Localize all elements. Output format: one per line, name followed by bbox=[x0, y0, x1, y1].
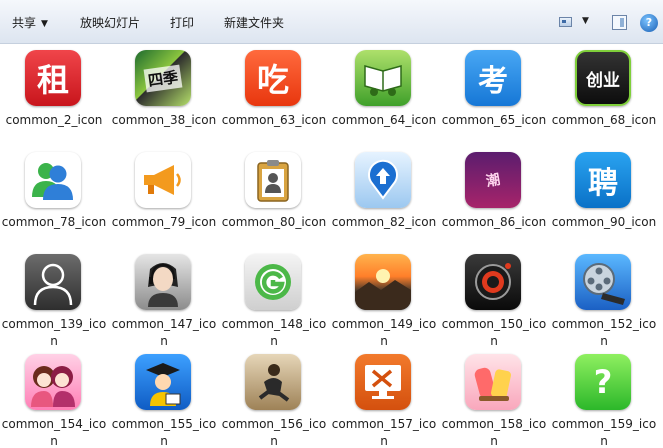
users-graphic bbox=[32, 163, 73, 200]
hire-icon: 聘 bbox=[575, 152, 631, 208]
file-name: common_159_icon bbox=[551, 417, 657, 448]
slideshow-button[interactable]: 放映幻灯片 bbox=[80, 14, 140, 32]
upload-location-icon bbox=[355, 152, 411, 208]
share-label: 共享 bbox=[12, 16, 37, 30]
file-name: common_63_icon bbox=[221, 113, 327, 127]
file-name: common_150_icon bbox=[441, 317, 547, 348]
file-name: common_38_icon bbox=[111, 113, 217, 127]
share-button[interactable]: 共享 ▼ bbox=[12, 14, 48, 32]
chevron-down-icon: ▼ bbox=[41, 19, 48, 29]
command-bar: 共享 ▼ 放映幻灯片 打印 新建文件夹 ▼ ? bbox=[0, 0, 663, 44]
clipboard-user-graphic bbox=[257, 160, 289, 202]
sitting-person-icon bbox=[245, 354, 301, 410]
food-icon bbox=[465, 354, 521, 410]
graduate-graphic bbox=[146, 363, 181, 406]
file-name: common_2_icon bbox=[5, 113, 103, 127]
repair-tools-graphic bbox=[365, 365, 401, 399]
film-reel-icon bbox=[575, 254, 631, 310]
sunset-landscape-graphic bbox=[355, 269, 411, 310]
eat-icon: 吃 bbox=[245, 50, 301, 106]
file-name: common_147_icon bbox=[111, 317, 217, 348]
g-logo-icon bbox=[245, 254, 301, 310]
file-name: common_155_icon bbox=[111, 417, 217, 448]
rent-icon: 租 bbox=[25, 50, 81, 106]
users-icon bbox=[25, 152, 81, 208]
fashion-icon: 潮 bbox=[465, 152, 521, 208]
file-name: common_149_icon bbox=[331, 317, 437, 348]
file-name: common_157_icon bbox=[331, 417, 437, 448]
sunset-landscape-icon bbox=[355, 254, 411, 310]
preview-pane-icon[interactable] bbox=[612, 15, 627, 30]
file-name: common_79_icon bbox=[111, 215, 217, 229]
megaphone-icon bbox=[135, 152, 191, 208]
book-car-icon bbox=[355, 50, 411, 106]
camera-lens-icon bbox=[465, 254, 521, 310]
film-reel-graphic bbox=[583, 263, 625, 305]
headset-operator-icon bbox=[135, 254, 191, 310]
sitting-person-graphic bbox=[258, 364, 290, 402]
book-car-graphic bbox=[364, 65, 402, 96]
seasons-icon: 四季 bbox=[135, 50, 191, 106]
icon-glyph: 潮 bbox=[484, 171, 502, 191]
upload-location-graphic bbox=[368, 159, 398, 200]
file-name: common_156_icon bbox=[221, 417, 327, 448]
file-name: common_158_icon bbox=[441, 417, 547, 448]
question-bubble-icon: ? bbox=[575, 354, 631, 410]
g-logo-graphic bbox=[255, 264, 291, 300]
anime-girls-graphic bbox=[31, 366, 75, 407]
print-button[interactable]: 打印 bbox=[170, 14, 194, 32]
camera-lens-graphic bbox=[475, 263, 511, 300]
icon-glyph: 创业 bbox=[586, 70, 620, 91]
file-name: common_80_icon bbox=[221, 215, 327, 229]
repair-tools-icon bbox=[355, 354, 411, 410]
file-name: common_139_icon bbox=[1, 317, 107, 348]
startup-icon: 创业 bbox=[575, 50, 631, 106]
change-view-icon[interactable] bbox=[559, 17, 572, 27]
food-graphic bbox=[474, 367, 511, 401]
help-icon[interactable]: ? bbox=[640, 14, 658, 32]
headset-operator-graphic bbox=[148, 263, 178, 307]
icon-glyph: ? bbox=[593, 363, 613, 401]
anime-girls-icon bbox=[25, 354, 81, 410]
person-silhouette-icon bbox=[25, 254, 81, 310]
file-name: common_148_icon bbox=[221, 317, 327, 348]
view-options-chevron-icon[interactable]: ▼ bbox=[582, 16, 589, 26]
icon-glyph: 四季 bbox=[143, 64, 183, 92]
file-name: common_65_icon bbox=[441, 113, 547, 127]
person-silhouette-graphic bbox=[33, 263, 73, 305]
graduate-icon bbox=[135, 354, 191, 410]
icon-glyph: 考 bbox=[478, 64, 508, 99]
file-name: common_86_icon bbox=[441, 215, 547, 229]
file-name: common_82_icon bbox=[331, 215, 437, 229]
file-name: common_64_icon bbox=[331, 113, 437, 127]
megaphone-graphic bbox=[144, 165, 181, 195]
file-name: common_68_icon bbox=[551, 113, 657, 127]
file-name: common_152_icon bbox=[551, 317, 657, 348]
clipboard-user-icon bbox=[245, 152, 301, 208]
file-name: common_90_icon bbox=[551, 215, 657, 229]
file-name: common_154_icon bbox=[1, 417, 107, 448]
icon-glyph: 聘 bbox=[588, 166, 618, 201]
new-folder-button[interactable]: 新建文件夹 bbox=[224, 14, 284, 32]
icon-glyph: 租 bbox=[36, 61, 69, 99]
icon-glyph: 吃 bbox=[256, 61, 289, 99]
file-grid: 租 common_2_icon 四季 common_38_icon 吃 comm… bbox=[0, 44, 663, 448]
exam-icon: 考 bbox=[465, 50, 521, 106]
file-name: common_78_icon bbox=[1, 215, 107, 229]
